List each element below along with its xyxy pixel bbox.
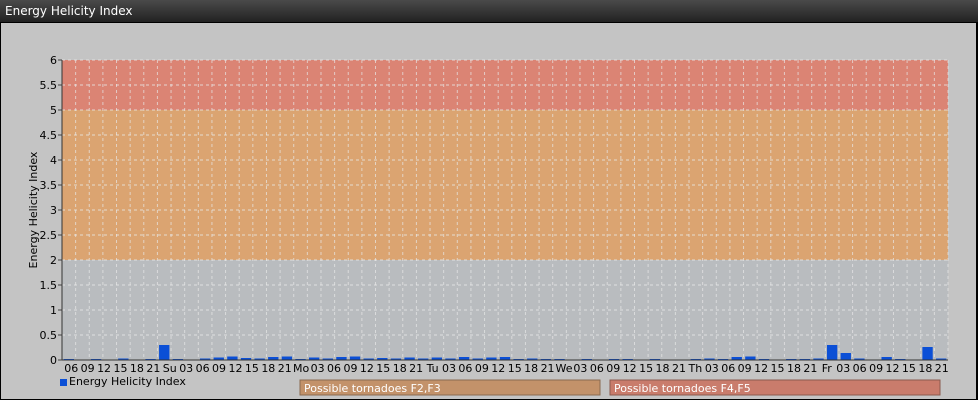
x-tick-label: 09 (606, 362, 620, 375)
bar (227, 356, 238, 360)
x-tick-label: Tu (426, 362, 439, 375)
x-tick-label: 15 (508, 362, 522, 375)
legend: Energy Helicity Index (60, 375, 186, 388)
y-axis-label: Energy Helicity Index (27, 151, 40, 268)
x-tick-label: 18 (130, 362, 144, 375)
x-tick-label: 03 (836, 362, 850, 375)
x-tick-label: Su (163, 362, 177, 375)
y-tick-label: 1.5 (40, 279, 58, 292)
x-tick-label: 03 (442, 362, 456, 375)
legend-swatch (60, 379, 67, 386)
band-label-f4f5: Possible tornadoes F4,F5 (614, 382, 751, 395)
y-tick-label: 3 (50, 204, 57, 217)
chart-svg: 00.511.522.533.544.555.5606 09 12 15 18 21 Su 0… (27, 54, 949, 396)
y-tick-label: 5 (50, 104, 57, 117)
band-label-f2f3: Possible tornadoes F2,F3 (304, 382, 441, 395)
x-tick-label: 21 (672, 362, 686, 375)
y-tick-label: 4.5 (40, 129, 58, 142)
y-tick-label: 5.5 (40, 79, 58, 92)
y-tick-label: 0.5 (40, 329, 58, 342)
y-tick-label: 3.5 (40, 179, 58, 192)
y-tick-label: 6 (50, 54, 57, 67)
x-tick-label: 15 (245, 362, 259, 375)
bar (840, 353, 851, 360)
y-tick-label: 2 (50, 254, 57, 267)
y-tick-label: 2.5 (40, 229, 58, 242)
x-tick-label: 12 (754, 362, 768, 375)
x-tick-label: 06 (458, 362, 472, 375)
x-tick-label: 09 (738, 362, 752, 375)
bar (159, 345, 170, 360)
x-tick-label: 12 (491, 362, 505, 375)
x-tick-label: 15 (902, 362, 916, 375)
bar (745, 356, 756, 360)
x-tick-label: 03 (573, 362, 587, 375)
x-tick-label: 18 (524, 362, 538, 375)
x-tick-label: We (555, 362, 572, 375)
band-legend: Possible tornadoes F2,F3 Possible tornad… (299, 379, 941, 396)
x-tick-label: 03 (179, 362, 193, 375)
x-tick-label: 18 (787, 362, 801, 375)
x-tick-label: 06 (853, 362, 867, 375)
x-tick-label: 12 (623, 362, 637, 375)
x-tick-label: 21 (278, 362, 292, 375)
x-tick-label: 15 (376, 362, 390, 375)
x-tick-label: 03 (705, 362, 719, 375)
x-tick-label: 12 (886, 362, 900, 375)
legend-label: Energy Helicity Index (69, 375, 186, 388)
x-tick-label: 15 (639, 362, 653, 375)
x-tick-label: 21 (541, 362, 555, 375)
x-tick-label: 18 (393, 362, 407, 375)
chart-panel: 0 0.5 1 1.5 2 2.5 3 3.5 4 4.5 5 5.5 6 06 09 12 15 18 21 Su 0… (1, 23, 976, 399)
x-tick-label: 15 (771, 362, 785, 375)
x-tick-label: 18 (918, 362, 932, 375)
x-tick-label: 09 (212, 362, 226, 375)
title-bar: Energy Helicity Index (0, 0, 978, 22)
bar (349, 356, 361, 360)
x-tick-label: 21 (803, 362, 817, 375)
x-tick-label: 18 (656, 362, 670, 375)
x-tick-label: 06 (721, 362, 735, 375)
bar (826, 345, 838, 360)
x-tick-label: 18 (261, 362, 275, 375)
bar (281, 356, 293, 360)
y-tick-label: 4 (50, 154, 57, 167)
x-tick-label: Th (688, 362, 703, 375)
x-tick-label: Fr (822, 362, 833, 375)
x-tick-label: 09 (343, 362, 357, 375)
x-tick-label: 21 (935, 362, 949, 375)
y-tick-label: 1 (50, 304, 57, 317)
window-title: Energy Helicity Index (5, 4, 133, 18)
x-tick-label: 06 (327, 362, 341, 375)
x-tick-label: 09 (475, 362, 489, 375)
x-tick-label: 21 (146, 362, 160, 375)
x-tick-label: 03 (311, 362, 325, 375)
chart-window: Energy Helicity Index 0 0.5 1 1.5 2 2.5 3 3.5 4 4… (0, 0, 978, 400)
x-tick-label: 12 (360, 362, 374, 375)
x-tick-label: 06 (196, 362, 210, 375)
x-tick-label: 06 (64, 362, 78, 375)
x-tick-label: 06 (590, 362, 604, 375)
x-tick-label: 09 (869, 362, 883, 375)
x-tick-label: 09 (81, 362, 95, 375)
y-tick-label: 0 (50, 354, 57, 367)
x-tick-label: Mo (293, 362, 309, 375)
x-tick-label: 21 (409, 362, 423, 375)
x-tick-label: 12 (228, 362, 242, 375)
bar (922, 347, 933, 360)
x-tick-label: 12 (97, 362, 111, 375)
x-tick-label: 15 (113, 362, 127, 375)
